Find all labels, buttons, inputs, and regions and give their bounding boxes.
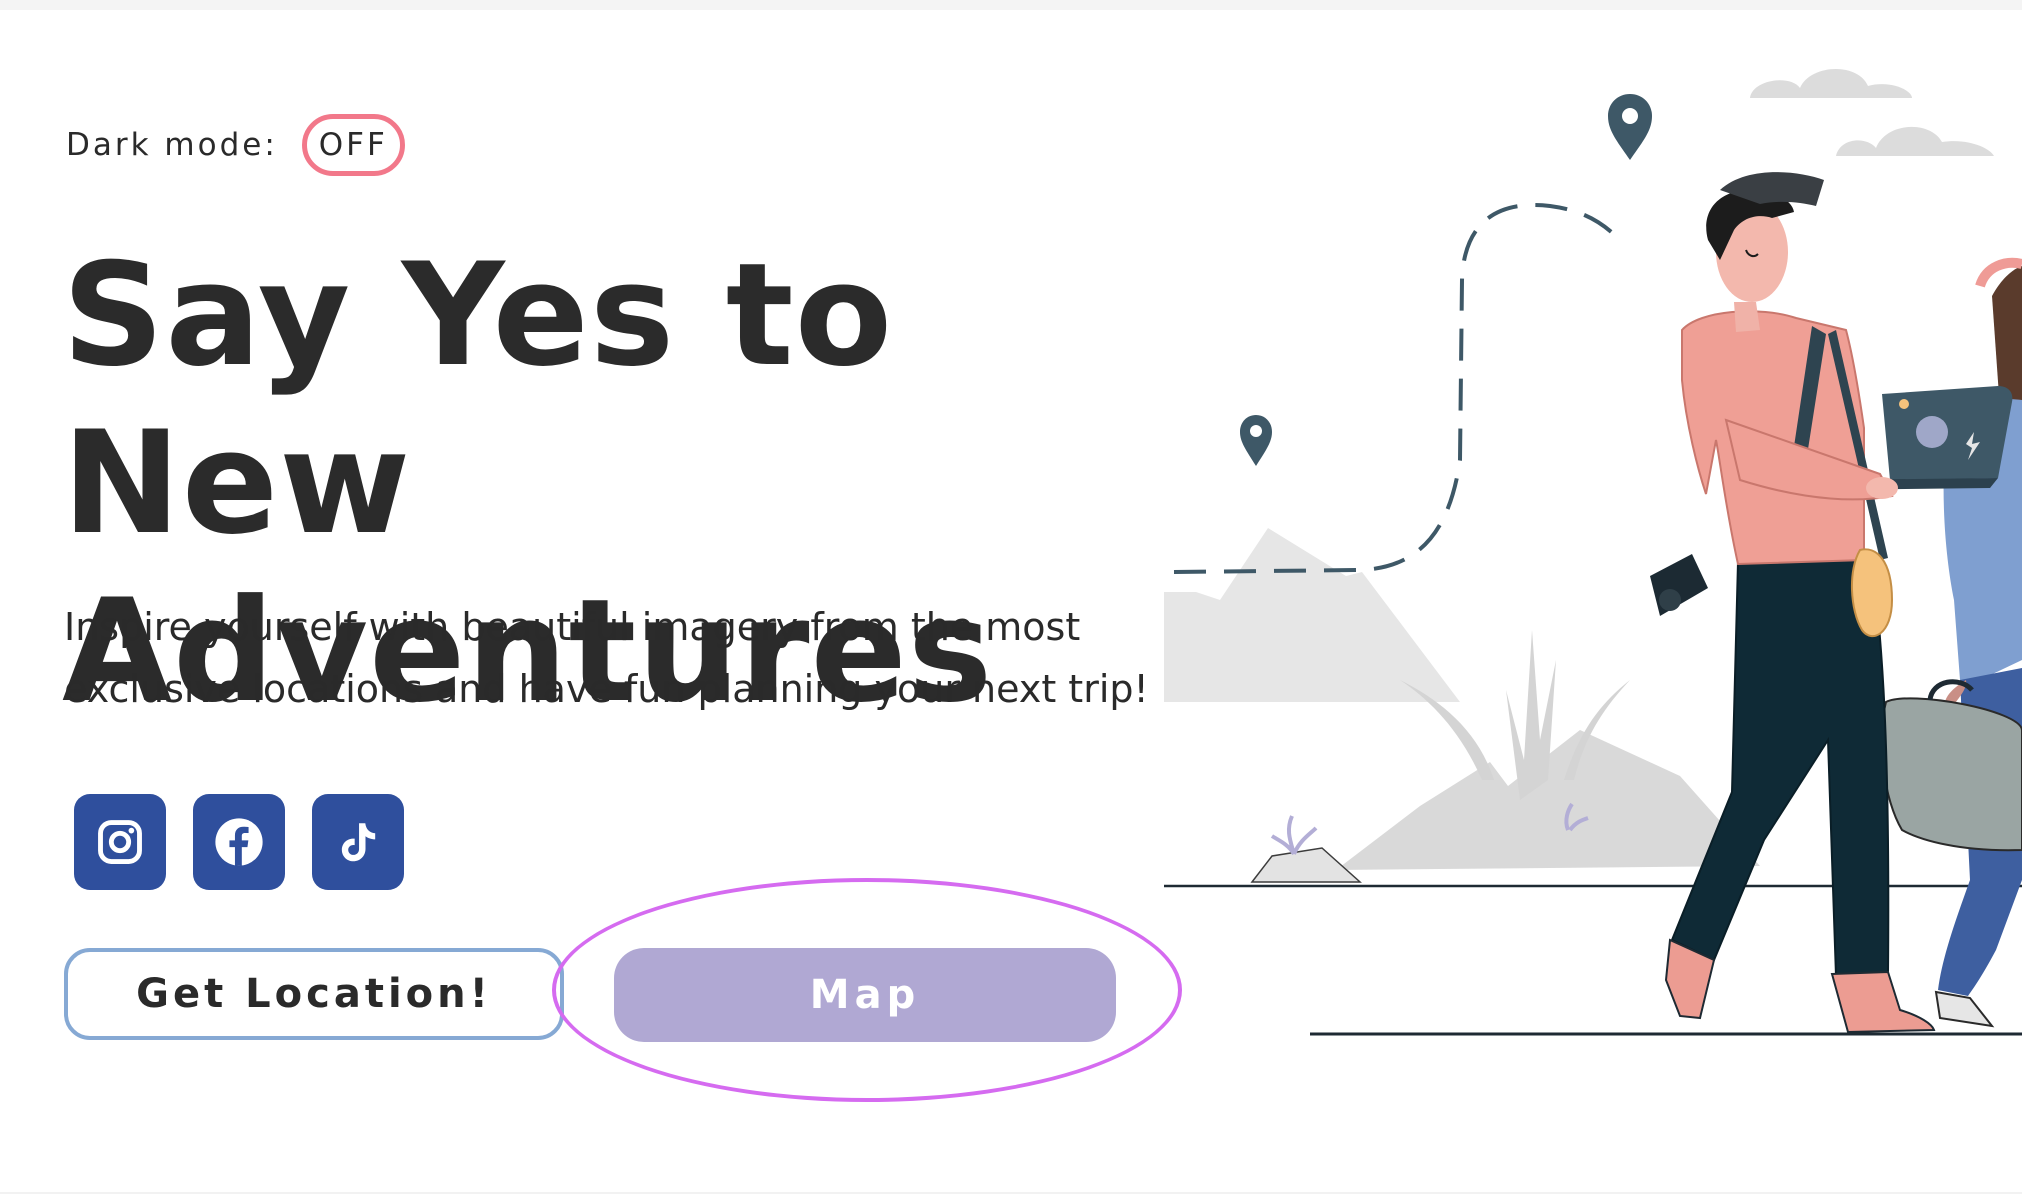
top-strip bbox=[0, 0, 2022, 10]
hero-description: Inspire yourself with beautiful imagery … bbox=[64, 596, 1164, 720]
instagram-button[interactable] bbox=[74, 794, 166, 890]
tiktok-button[interactable] bbox=[312, 794, 404, 890]
tiktok-icon bbox=[341, 823, 376, 862]
dark-mode-label: Dark mode: bbox=[66, 127, 278, 163]
hero-title-line1: Say Yes to New bbox=[62, 233, 894, 566]
facebook-icon bbox=[215, 818, 263, 866]
facebook-button[interactable] bbox=[193, 794, 285, 890]
bottom-divider bbox=[0, 1192, 2022, 1194]
dark-mode-toggle[interactable]: OFF bbox=[301, 114, 405, 176]
social-links bbox=[74, 794, 404, 890]
travel-illustration bbox=[1164, 68, 2022, 1036]
dark-mode-row: Dark mode: OFF bbox=[66, 110, 405, 180]
map-pin-icon bbox=[1240, 415, 1272, 466]
get-location-button[interactable]: Get Location! bbox=[64, 948, 564, 1040]
hero-description-line2: exclusive locations and have fun plannin… bbox=[64, 667, 1149, 711]
hero-description-line1: Inspire yourself with beautiful imagery … bbox=[64, 605, 1081, 649]
instagram-icon bbox=[98, 820, 142, 864]
map-button[interactable]: Map bbox=[614, 948, 1116, 1042]
map-pin-icon bbox=[1608, 94, 1652, 160]
